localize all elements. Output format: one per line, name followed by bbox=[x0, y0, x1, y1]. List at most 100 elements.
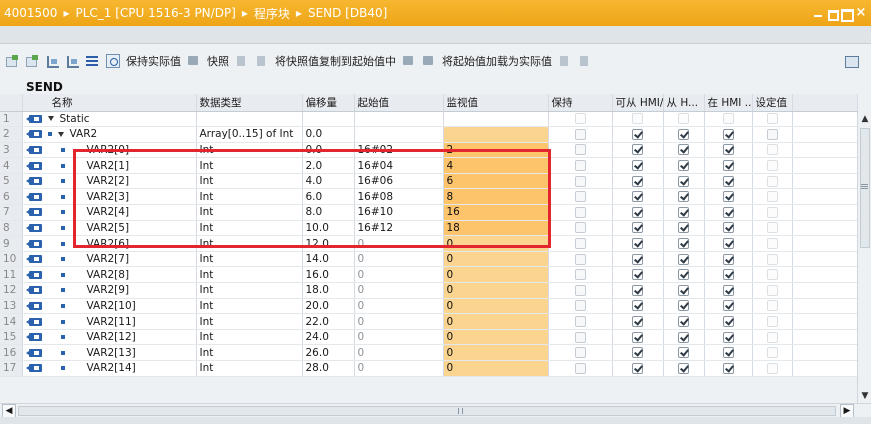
header-setpoint[interactable]: 设定值 bbox=[752, 94, 793, 112]
hmi-in-checkbox[interactable] bbox=[722, 113, 734, 125]
datatype-cell[interactable]: Int bbox=[196, 204, 303, 221]
table-row[interactable]: 1 Static bbox=[0, 111, 858, 128]
hmi-from-checkbox[interactable] bbox=[678, 113, 689, 125]
table-row[interactable]: 15 VAR2[12] Int 24.0 0 0 bbox=[0, 329, 858, 346]
comment-cell[interactable] bbox=[792, 251, 858, 268]
hmi-in-checkbox[interactable] bbox=[722, 316, 734, 328]
name-cell[interactable]: VAR2[6] bbox=[22, 235, 197, 252]
setpoint-checkbox[interactable] bbox=[766, 253, 778, 265]
hmi-from-checkbox[interactable] bbox=[678, 316, 689, 328]
retain-checkbox[interactable] bbox=[574, 128, 586, 140]
table-row[interactable]: 16 VAR2[13] Int 26.0 0 0 bbox=[0, 344, 858, 361]
retain-checkbox[interactable] bbox=[574, 347, 586, 359]
comment-cell[interactable] bbox=[792, 344, 858, 361]
hmi-access-checkbox[interactable] bbox=[632, 144, 643, 156]
retain-checkbox[interactable] bbox=[574, 175, 586, 187]
start-value-cell[interactable] bbox=[354, 111, 444, 128]
comment-cell[interactable] bbox=[792, 360, 858, 377]
hmi-in-checkbox[interactable] bbox=[722, 222, 734, 234]
retain-checkbox[interactable] bbox=[574, 300, 586, 312]
name-cell[interactable]: VAR2[3] bbox=[22, 188, 197, 206]
comment-cell[interactable] bbox=[792, 157, 858, 174]
setpoint-checkbox[interactable] bbox=[766, 284, 778, 296]
hmi-in-checkbox[interactable] bbox=[722, 253, 734, 265]
horizontal-scrollbar[interactable]: ◀ ▶ bbox=[0, 403, 871, 418]
comment-cell[interactable] bbox=[792, 204, 858, 221]
comment-cell[interactable] bbox=[792, 188, 858, 206]
start-value-cell[interactable]: 16#02 bbox=[354, 142, 444, 159]
start-value-cell[interactable]: 16#04 bbox=[354, 157, 444, 174]
name-cell[interactable]: Static bbox=[22, 111, 197, 128]
scroll-right-icon[interactable]: ▶ bbox=[840, 404, 854, 418]
snapshot-button[interactable]: 快照 bbox=[207, 53, 229, 69]
table-row[interactable]: 17 VAR2[14] Int 28.0 0 0 bbox=[0, 360, 858, 377]
hmi-in-checkbox[interactable] bbox=[722, 284, 734, 296]
maximize-icon[interactable] bbox=[841, 8, 854, 22]
name-cell[interactable]: VAR2[8] bbox=[22, 266, 197, 284]
monitor-all-icon[interactable] bbox=[106, 54, 120, 68]
datatype-cell[interactable]: Int bbox=[196, 298, 303, 315]
datatype-cell[interactable]: Int bbox=[196, 313, 303, 330]
datatype-cell[interactable]: Int bbox=[196, 157, 303, 174]
retain-checkbox[interactable] bbox=[574, 238, 586, 250]
copy-snapshot-button[interactable]: 将快照值复制到起始值中 bbox=[275, 53, 396, 69]
comment-cell[interactable] bbox=[792, 142, 858, 159]
header-start[interactable]: 起始值 bbox=[354, 94, 444, 112]
start-value-cell[interactable]: 0 bbox=[354, 313, 444, 330]
start-value-cell[interactable]: 16#08 bbox=[354, 188, 444, 206]
table-row[interactable]: 11 VAR2[8] Int 16.0 0 0 bbox=[0, 266, 858, 284]
retain-checkbox[interactable] bbox=[574, 222, 586, 234]
setpoint-checkbox[interactable] bbox=[766, 347, 778, 359]
comment-cell[interactable] bbox=[792, 266, 858, 284]
hmi-access-checkbox[interactable] bbox=[632, 316, 643, 328]
setpoint-checkbox[interactable] bbox=[766, 191, 778, 203]
table-row[interactable]: 4 VAR2[1] Int 2.0 16#04 4 bbox=[0, 157, 858, 174]
start-value-cell[interactable]: 16#06 bbox=[354, 173, 444, 190]
table-row[interactable]: 6 VAR2[3] Int 6.0 16#08 8 bbox=[0, 188, 858, 206]
start-value-cell[interactable]: 0 bbox=[354, 282, 444, 299]
hmi-in-checkbox[interactable] bbox=[722, 128, 734, 140]
setpoint-checkbox[interactable] bbox=[766, 238, 778, 250]
header-hmi-access[interactable]: 可从 HMI/O... bbox=[612, 94, 664, 112]
comment-cell[interactable] bbox=[792, 313, 858, 330]
datatype-cell[interactable]: Int bbox=[196, 142, 303, 159]
hmi-from-checkbox[interactable] bbox=[678, 284, 689, 296]
header-offset[interactable]: 偏移量 bbox=[302, 94, 355, 112]
scroll-up-icon[interactable]: ▲ bbox=[858, 112, 871, 126]
header-hmi-in[interactable]: 在 HMI ... bbox=[704, 94, 753, 112]
hmi-from-checkbox[interactable] bbox=[678, 160, 689, 172]
split-view-icon[interactable] bbox=[845, 55, 861, 68]
vertical-scrollbar[interactable]: ▲ ▼ bbox=[857, 112, 871, 403]
table-row[interactable]: 5 VAR2[2] Int 4.0 16#06 6 bbox=[0, 173, 858, 190]
hmi-in-checkbox[interactable] bbox=[722, 300, 734, 312]
name-cell[interactable]: VAR2[7] bbox=[22, 251, 197, 268]
setpoint-checkbox[interactable] bbox=[766, 175, 778, 187]
table-row[interactable]: 12 VAR2[9] Int 18.0 0 0 bbox=[0, 282, 858, 299]
setpoint-checkbox[interactable] bbox=[766, 128, 778, 140]
hmi-access-checkbox[interactable] bbox=[632, 362, 643, 374]
retain-checkbox[interactable] bbox=[574, 269, 586, 281]
scroll-left-icon[interactable]: ◀ bbox=[2, 404, 16, 418]
setpoint-checkbox[interactable] bbox=[766, 362, 778, 374]
comment-cell[interactable] bbox=[792, 329, 858, 346]
header-hmi-from[interactable]: 从 H... bbox=[663, 94, 705, 112]
hmi-access-checkbox[interactable] bbox=[632, 206, 643, 218]
hmi-access-checkbox[interactable] bbox=[632, 347, 643, 359]
start-value-cell[interactable]: 0 bbox=[354, 360, 444, 377]
name-cell[interactable]: VAR2 bbox=[22, 126, 197, 143]
load-start-selected-icon[interactable] bbox=[422, 55, 436, 67]
name-cell[interactable]: VAR2[5] bbox=[22, 220, 197, 237]
comment-cell[interactable] bbox=[792, 173, 858, 190]
hmi-in-checkbox[interactable] bbox=[722, 362, 734, 374]
setpoint-checkbox[interactable] bbox=[766, 222, 778, 234]
table-row[interactable]: 13 VAR2[10] Int 20.0 0 0 bbox=[0, 298, 858, 315]
setpoint-checkbox[interactable] bbox=[766, 331, 778, 343]
hmi-from-checkbox[interactable] bbox=[678, 128, 689, 140]
name-cell[interactable]: VAR2[14] bbox=[22, 360, 197, 377]
hmi-from-checkbox[interactable] bbox=[678, 222, 689, 234]
hmi-in-checkbox[interactable] bbox=[722, 238, 734, 250]
datatype-cell[interactable]: Int bbox=[196, 282, 303, 299]
hmi-access-checkbox[interactable] bbox=[632, 160, 643, 172]
insert-row-icon[interactable] bbox=[6, 55, 20, 67]
hmi-in-checkbox[interactable] bbox=[722, 144, 734, 156]
